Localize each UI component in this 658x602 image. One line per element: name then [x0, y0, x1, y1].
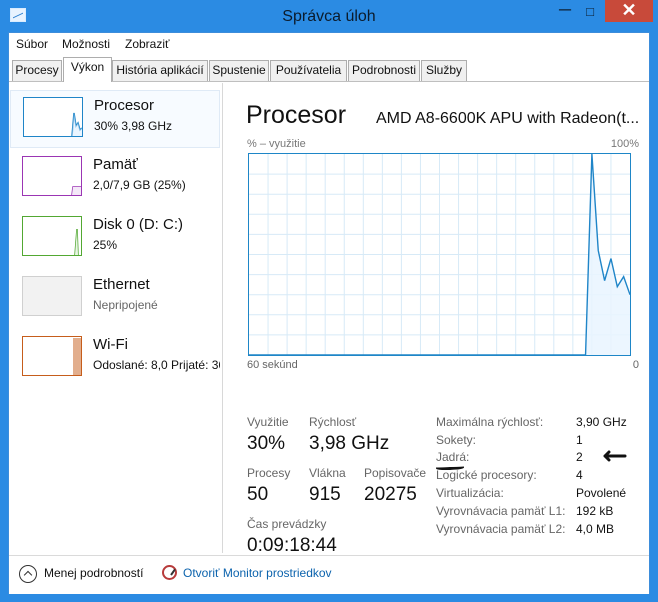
sidebar-item-ethernet[interactable]: Ethernet Nepripojené — [10, 270, 220, 328]
uptime-value: 0:09:18:44 — [247, 535, 337, 556]
utilization-label: Využitie — [247, 415, 289, 429]
processor-thumbnail — [23, 97, 83, 137]
cpu-utilization-svg — [249, 154, 630, 355]
close-button[interactable]: ✕ — [605, 0, 653, 22]
speed-value: 3,98 GHz — [309, 433, 390, 454]
tab-details[interactable]: Podrobnosti — [348, 60, 420, 81]
sidebar-item-processor[interactable]: Procesor 30% 3,98 GHz — [10, 90, 220, 148]
l2-cache-value: 4,0 MB — [576, 522, 615, 536]
chevron-up-icon[interactable] — [19, 565, 37, 583]
utilization-value: 30% — [247, 433, 286, 454]
sidebar-item-wifi[interactable]: Wi-Fi Odoslané: 8,0 Prijaté: 36 — [10, 330, 220, 388]
virtualization-value: Povolené — [576, 486, 627, 500]
sidebar-item-ethernet-title: Ethernet — [93, 276, 150, 293]
tab-startup[interactable]: Spustenie — [209, 60, 269, 81]
graph-zero-label: 0 — [632, 359, 639, 371]
sidebar-item-memory[interactable]: Pamäť 2,0/7,9 GB (25%) — [10, 150, 220, 208]
graph-y-label: % – využitie — [247, 138, 306, 150]
sidebar-item-wifi-subtitle: Odoslané: 8,0 Prijaté: 36 — [93, 358, 220, 372]
graph-max-label: 100% — [610, 138, 639, 150]
tab-users[interactable]: Používatelia — [270, 60, 347, 81]
tab-app-history[interactable]: História aplikácií — [112, 60, 208, 81]
processes-label: Procesy — [247, 466, 291, 480]
cores-arrow-mark — [603, 450, 627, 462]
less-details-button[interactable]: Menej podrobností — [44, 566, 143, 580]
sidebar-item-disk-title: Disk 0 (D: C:) — [93, 216, 183, 233]
minimize-button[interactable]: ─ — [552, 0, 578, 22]
logical-processors-value: 4 — [576, 468, 583, 482]
sidebar-item-disk-subtitle: 25% — [93, 238, 118, 252]
speed-label: Rýchlosť — [309, 415, 357, 429]
disk-thumbnail — [22, 216, 82, 256]
l2-cache-label: Vyrovnávacia pamäť L2: — [436, 522, 566, 536]
max-speed-value: 3,90 GHz — [576, 415, 627, 429]
l1-cache-label: Vyrovnávacia pamäť L1: — [436, 504, 566, 518]
task-manager-window: Správca úloh ─ □ ✕ Súbor Možnosti Zobraz… — [0, 0, 658, 602]
cores-value: 2 — [576, 450, 583, 464]
menu-view[interactable]: Zobraziť — [125, 37, 170, 51]
sidebar-item-processor-subtitle: 30% 3,98 GHz — [94, 119, 173, 133]
performance-sidebar: Procesor 30% 3,98 GHz Pamäť 2,0/7,9 GB (… — [10, 83, 220, 553]
logical-processors-label: Logické procesory: — [436, 468, 537, 482]
cpu-model-name: AMD A8-6600K APU with Radeon(t... — [376, 110, 640, 127]
processes-value: 50 — [247, 484, 269, 505]
processor-details-panel: Procesor AMD A8-6600K APU with Radeon(t.… — [223, 83, 649, 556]
tab-services[interactable]: Služby — [421, 60, 467, 81]
menu-options[interactable]: Možnosti — [62, 37, 110, 51]
sidebar-item-memory-title: Pamäť — [93, 156, 138, 173]
threads-label: Vlákna — [309, 466, 346, 480]
cpu-utilization-graph — [248, 153, 631, 356]
sockets-label: Sokety: — [436, 433, 477, 447]
uptime-label: Čas prevádzky — [247, 517, 327, 531]
threads-value: 915 — [309, 484, 341, 505]
ethernet-thumbnail — [22, 276, 82, 316]
sockets-value: 1 — [576, 433, 583, 447]
open-resource-monitor-link[interactable]: Otvoriť Monitor prostriedkov — [183, 566, 332, 580]
graph-time-label: 60 sekúnd — [247, 359, 298, 371]
title-bar[interactable]: Správca úloh ─ □ ✕ — [0, 0, 658, 32]
menu-bar: Súbor Možnosti Zobraziť — [9, 33, 649, 57]
tab-strip: Procesy Výkon História aplikácií Spusten… — [9, 57, 649, 82]
wifi-thumbnail — [22, 336, 82, 376]
sidebar-item-memory-subtitle: 2,0/7,9 GB (25%) — [93, 178, 186, 192]
task-manager-content: Súbor Možnosti Zobraziť Procesy Výkon Hi… — [8, 32, 650, 594]
sidebar-item-ethernet-subtitle: Nepripojené — [93, 298, 158, 312]
maximize-button[interactable]: □ — [577, 0, 603, 22]
l1-cache-value: 192 kB — [576, 504, 614, 518]
handles-label: Popisovače — [364, 466, 427, 480]
sidebar-item-wifi-title: Wi-Fi — [93, 336, 128, 353]
cores-label: Jadrá: — [436, 450, 470, 464]
sidebar-item-processor-title: Procesor — [94, 97, 155, 114]
handles-value: 20275 — [364, 484, 417, 505]
tab-processes[interactable]: Procesy — [12, 60, 62, 81]
resource-monitor-icon[interactable] — [162, 565, 177, 580]
tab-performance[interactable]: Výkon — [63, 57, 112, 82]
footer-bar: Menej podrobností Otvoriť Monitor prostr… — [9, 555, 649, 594]
memory-thumbnail — [22, 156, 82, 196]
max-speed-label: Maximálna rýchlosť: — [436, 415, 544, 429]
page-title: Procesor — [246, 101, 347, 129]
menu-file[interactable]: Súbor — [16, 37, 48, 51]
virtualization-label: Virtualizácia: — [436, 486, 504, 500]
sidebar-item-disk[interactable]: Disk 0 (D: C:) 25% — [10, 210, 220, 268]
